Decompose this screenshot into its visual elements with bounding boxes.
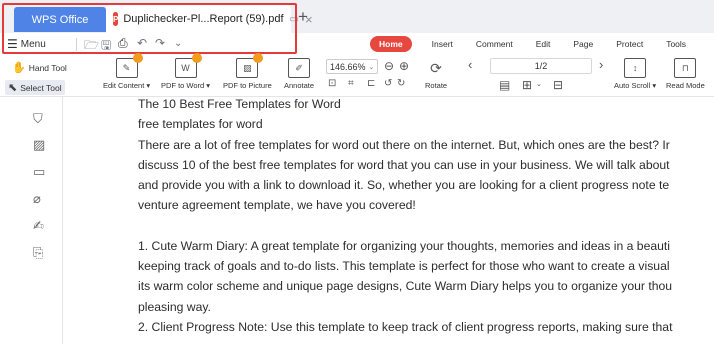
ribbon-tabs: Home Insert Comment Edit Page Protect To…: [370, 35, 709, 53]
doc-line: 2. Client Progress Note: Use this templa…: [138, 319, 673, 334]
tab-edit[interactable]: Edit: [536, 39, 551, 49]
premium-badge: [132, 53, 143, 63]
auto-scroll-button[interactable]: ↕ Auto Scroll ▾: [614, 58, 656, 90]
chevron-down-icon: ⌄: [368, 63, 375, 71]
pdf-to-picture-icon: ▨: [236, 53, 264, 78]
page-indicator: 1/2: [534, 61, 548, 71]
fit-page-icon[interactable]: ⌗: [348, 78, 354, 89]
tab-comment[interactable]: Comment: [476, 39, 513, 49]
edit-content-button[interactable]: ✎ Edit Content ▾: [103, 53, 150, 90]
doc-line: keeping track of goals and to-do lists. …: [138, 259, 670, 274]
edit-content-icon: ✎: [115, 53, 143, 78]
select-tool-button[interactable]: ⬉ Select Tool: [5, 80, 65, 95]
pdf-to-word-label: PDF to Word: [161, 81, 205, 90]
premium-badge: [191, 53, 202, 63]
rotate-right-icon[interactable]: ↻: [397, 78, 405, 89]
toolbar: ✋ Hand Tool ⬉ Select Tool ✎ Edit Content…: [0, 53, 714, 97]
rotate-label: Rotate: [425, 81, 448, 90]
pdf-to-word-icon: W: [174, 53, 202, 78]
new-tab-button[interactable]: +: [298, 7, 308, 27]
left-sidebar: ⛉ ▨ ▭ ⌀ ✍ ⎘: [0, 97, 63, 344]
zoom-value: 146.66%: [330, 61, 366, 72]
rotate-left-icon[interactable]: ↺: [384, 78, 392, 89]
select-tool-label: Select Tool: [20, 82, 62, 93]
document-content: The 10 Best Free Templates for Word free…: [138, 94, 714, 344]
signature-icon[interactable]: ✍: [33, 218, 44, 234]
book-icon: ⊓: [674, 58, 697, 78]
single-page-icon[interactable]: ▤: [499, 78, 510, 92]
next-page-icon[interactable]: ›: [599, 57, 603, 72]
cursor-icon: ⬉: [8, 82, 18, 94]
hand-tool-label: Hand Tool: [28, 62, 67, 73]
doc-line: and provide you with a link to download …: [138, 178, 670, 193]
doc-line: The 10 Best Free Templates for Word: [138, 97, 341, 111]
pdf-to-picture-label: PDF to Picture: [223, 81, 272, 90]
rotate-button[interactable]: ⟳ Rotate: [425, 58, 448, 91]
doc-line: free templates for word: [138, 117, 263, 132]
hand-icon: ✋: [12, 62, 26, 74]
rotate-icon: ⟳: [430, 59, 442, 76]
continuous-icon[interactable]: ⊟: [553, 78, 563, 92]
comment-icon[interactable]: ▭: [33, 164, 45, 180]
tab-tools[interactable]: Tools: [666, 39, 686, 49]
zoom-out-icon[interactable]: ⊖: [384, 59, 394, 73]
auto-scroll-icon: ↕: [624, 58, 647, 78]
annotate-label: Annotate: [284, 81, 315, 90]
attachment-icon[interactable]: ⌀: [33, 191, 41, 207]
read-mode-button[interactable]: ⊓ Read Mode: [666, 58, 705, 90]
search-page-icon[interactable]: ⎘: [33, 245, 43, 261]
doc-line: pleasing way.: [138, 299, 211, 314]
annotate-button[interactable]: ✐ Annotate: [284, 58, 314, 90]
doc-line: There are a lot of free templates for wo…: [138, 137, 670, 152]
double-page-icon[interactable]: ⊞: [522, 78, 532, 92]
pdf-to-word-button[interactable]: W PDF to Word ▾: [161, 53, 210, 90]
tab-page[interactable]: Page: [573, 39, 593, 49]
actual-size-icon[interactable]: ⊡: [328, 78, 336, 89]
highlight-box: [2, 3, 297, 54]
premium-badge: [253, 53, 264, 63]
hand-tool-button[interactable]: ✋ Hand Tool: [12, 61, 67, 74]
zoom-in-icon[interactable]: ⊕: [399, 59, 409, 73]
page-number-input[interactable]: 1/2: [490, 58, 592, 74]
tab-protect[interactable]: Protect: [616, 39, 643, 49]
read-mode-label: Read Mode: [666, 81, 705, 90]
edit-content-label: Edit Content: [103, 81, 145, 90]
doc-line: venture agreement template, we have you …: [138, 198, 416, 213]
bookmark-icon[interactable]: ⛉: [33, 111, 43, 127]
doc-line: its warm color scheme and unique page de…: [138, 279, 673, 294]
fit-width-icon[interactable]: ⊏: [367, 78, 375, 89]
pdf-to-picture-button[interactable]: ▨ PDF to Picture: [223, 53, 272, 90]
zoom-select[interactable]: 146.66% ⌄: [326, 59, 378, 74]
tab-home[interactable]: Home: [370, 36, 412, 52]
prev-page-icon[interactable]: ‹: [468, 57, 472, 72]
tab-insert[interactable]: Insert: [432, 39, 453, 49]
thumbnail-icon[interactable]: ▨: [33, 137, 45, 153]
doc-line: 1. Cute Warm Diary: A great template for…: [138, 238, 671, 253]
annotate-icon: ✐: [288, 58, 311, 78]
doc-line: discuss 10 of the best free templates fo…: [138, 157, 670, 172]
chevron-down-icon[interactable]: ⌄: [536, 80, 542, 88]
auto-scroll-label: Auto Scroll: [614, 81, 651, 90]
